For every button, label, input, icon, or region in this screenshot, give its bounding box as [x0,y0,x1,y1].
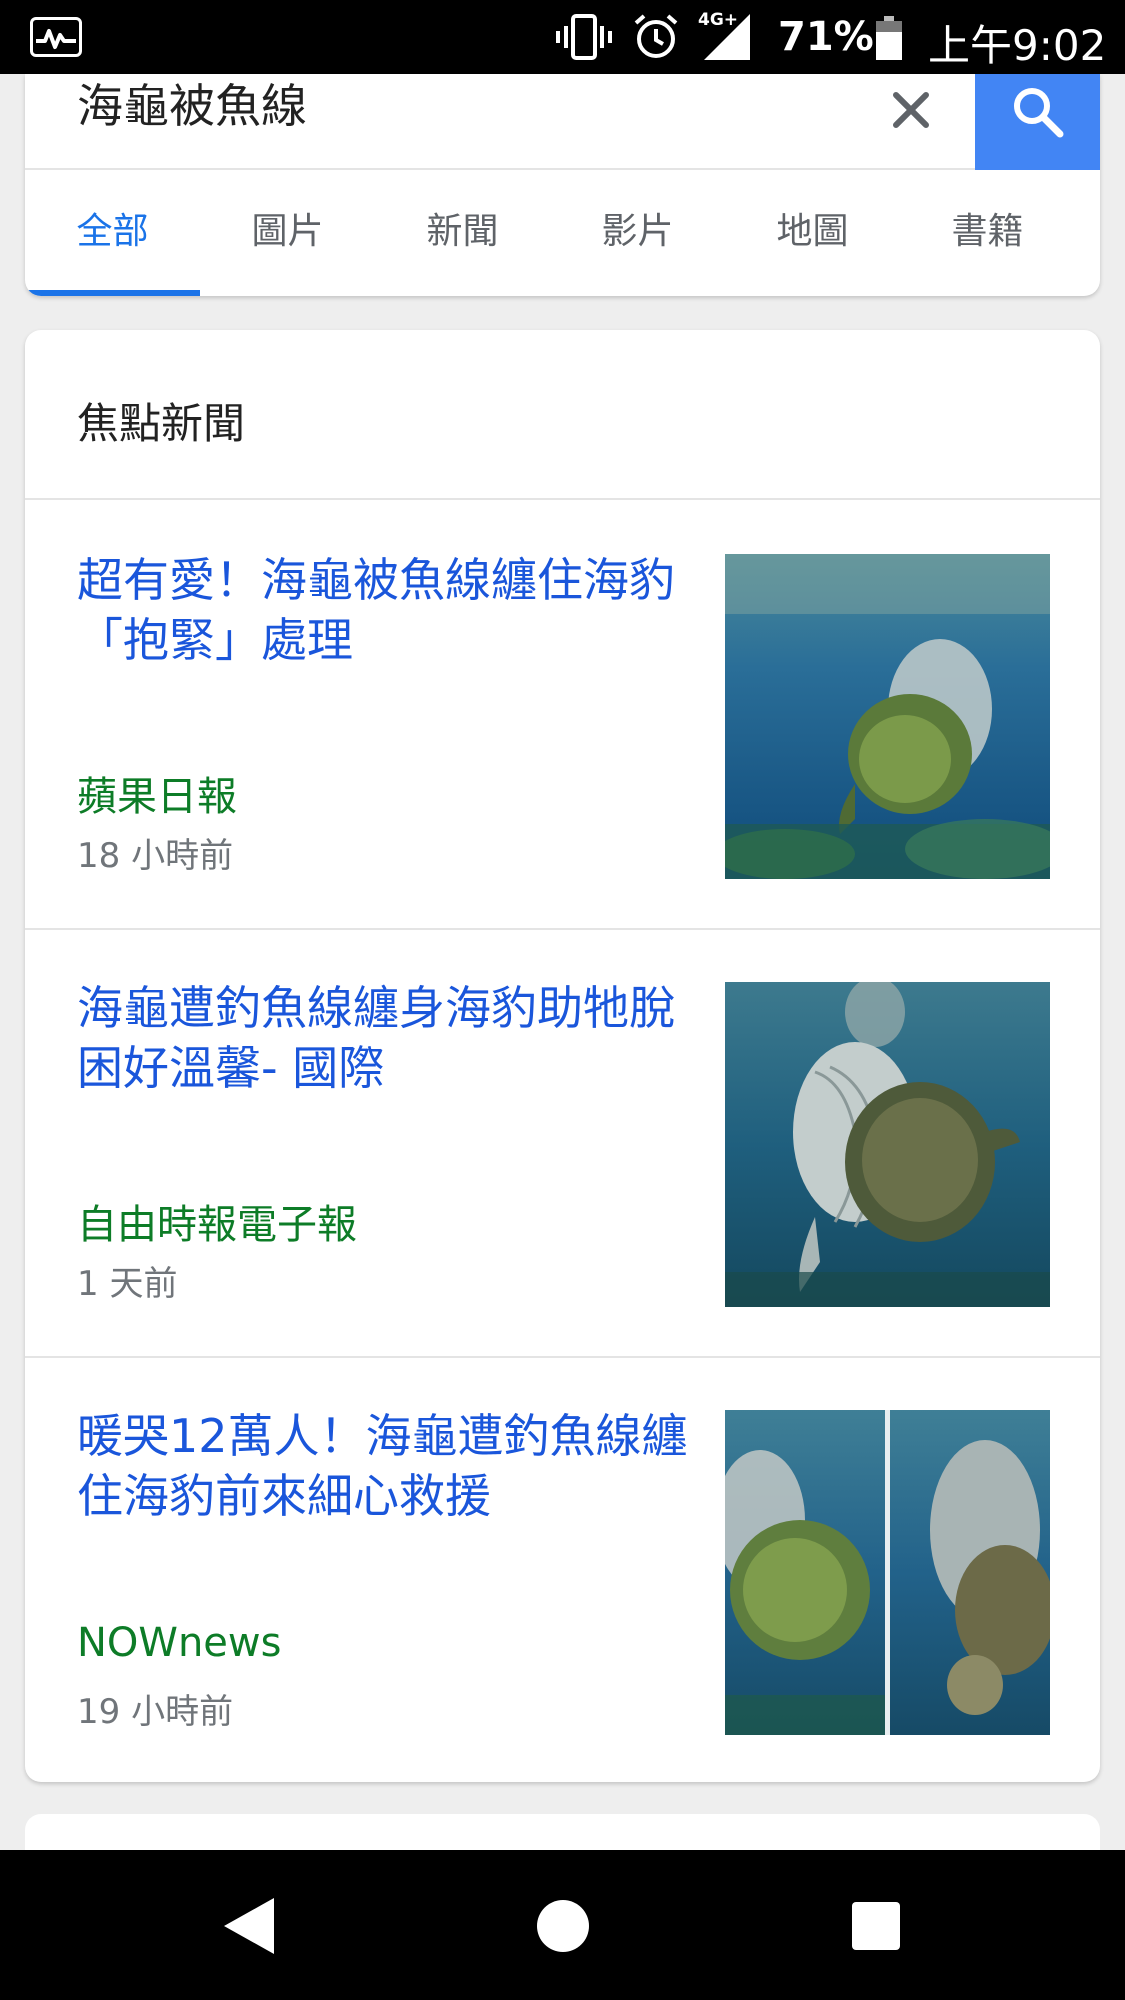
clear-search-button[interactable] [881,80,941,140]
article-source: NOWnews [77,1620,282,1666]
article-title[interactable]: 暖哭12萬人！海龜遭釣魚線纏住海豹前來細心救援 [77,1406,717,1526]
article-time: 19 小時前 [77,1692,234,1732]
tab-images[interactable]: 圖片 [200,172,375,296]
article-thumbnail[interactable] [725,554,1050,879]
search-button[interactable] [975,74,1100,170]
tab-all[interactable]: 全部 [25,172,200,296]
article-thumbnail[interactable] [725,982,1050,1307]
network-type: 4G+ [698,10,739,30]
news-article[interactable]: 海龜遭釣魚線纏身海豹助牠脫困好溫馨- 國際 自由時報電子報 1 天前 [25,930,1100,1358]
status-bar: 4G+ 71% 上午9:02 [0,0,1125,74]
top-stories-card: 焦點新聞 超有愛！海龜被魚線纏住海豹「抱緊」處理 蘋果日報 18 小時前 海龜遭… [25,330,1100,1782]
alarm-icon [632,13,680,65]
search-icon [1014,88,1064,138]
article-thumbnail[interactable] [725,1410,1050,1735]
article-source: 自由時報電子報 [77,1202,357,1248]
article-source: 蘋果日報 [77,774,237,820]
activity-icon [30,17,82,57]
news-article[interactable]: 超有愛！海龜被魚線纏住海豹「抱緊」處理 蘋果日報 18 小時前 [25,502,1100,930]
tab-videos[interactable]: 影片 [550,172,725,296]
tab-books[interactable]: 書籍 [900,172,1075,296]
top-stories-title: 焦點新聞 [77,399,246,448]
navigation-bar [0,1850,1125,2000]
recents-icon[interactable] [852,1902,900,1950]
article-title[interactable]: 海龜遭釣魚線纏身海豹助牠脫困好溫馨- 國際 [77,978,717,1098]
search-bar [25,74,1100,170]
vibrate-icon [555,14,613,64]
top-stories-header: 焦點新聞 [25,330,1100,500]
search-tabs: 全部 圖片 新聞 影片 地圖 書籍 [25,172,1100,296]
back-icon[interactable] [222,1896,278,1960]
close-icon [893,92,929,128]
search-card: 全部 圖片 新聞 影片 地圖 書籍 [25,74,1100,296]
tab-news[interactable]: 新聞 [375,172,550,296]
battery-percent: 71% [778,14,874,60]
article-time: 1 天前 [77,1264,178,1304]
tab-maps[interactable]: 地圖 [725,172,900,296]
home-icon[interactable] [537,1900,589,1952]
clock: 上午9:02 [928,21,1107,70]
article-title[interactable]: 超有愛！海龜被魚線纏住海豹「抱緊」處理 [77,550,717,670]
article-time: 18 小時前 [77,836,234,876]
search-input[interactable] [77,74,877,138]
battery-icon [876,16,902,60]
news-article[interactable]: 暖哭12萬人！海龜遭釣魚線纏住海豹前來細心救援 NOWnews 19 小時前 [25,1358,1100,1782]
